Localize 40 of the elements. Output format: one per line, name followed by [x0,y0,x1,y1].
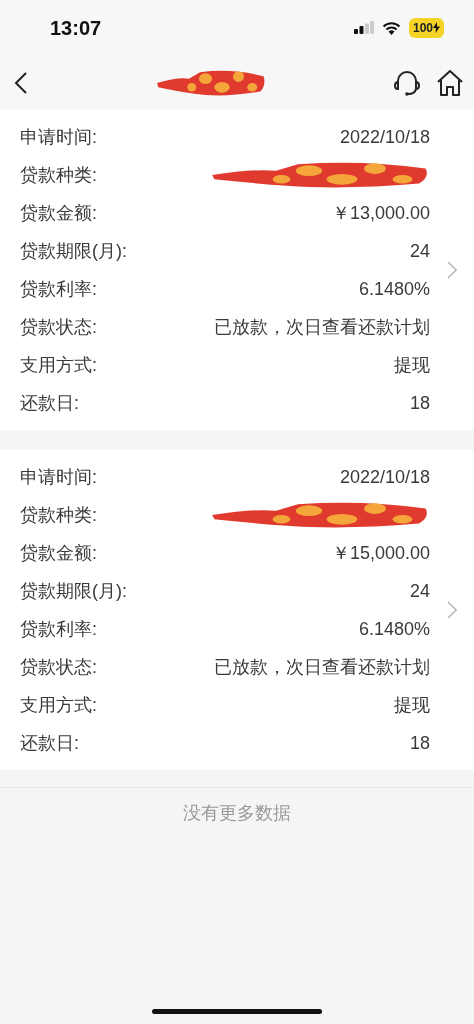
back-icon[interactable] [14,70,28,95]
field-value: 已放款，次日查看还款计划 [214,315,430,339]
field-label: 贷款利率: [20,277,97,301]
field-label: 贷款状态: [20,315,97,339]
field-value: 提现 [394,693,430,717]
field-value: ￥13,000.00 [331,201,430,225]
field-label: 贷款利率: [20,617,97,641]
field-value: 2022/10/18 [339,125,430,149]
loan-card[interactable]: 申请时间: 2022/10/18 贷款种类: 贷款金额: ￥15,000.00 贷款期限(月): 24 贷款利率: 6.1480% 贷款状态: 已放款，次日查看还款计划 支用方式: 提现 还款日: 18 [0,450,474,770]
home-icon[interactable] [436,68,464,97]
wifi-icon [381,20,401,35]
field-label: 贷款金额: [20,541,97,565]
field-label: 支用方式: [20,353,97,377]
field-label: 支用方式: [20,693,97,717]
field-value: ￥15,000.00 [331,541,430,565]
field-label: 申请时间: [20,465,97,489]
field-label: 还款日: [20,391,79,415]
field-value: 6.1480% [358,277,430,301]
status-time: 13:07 [50,15,102,41]
signal-icon [353,21,374,34]
battery-indicator: 100 [408,17,444,38]
field-label: 贷款种类: [20,503,97,527]
field-label: 申请时间: [20,125,97,149]
loan-card[interactable]: 申请时间: 2022/10/18 贷款种类: 贷款金额: ￥13,000.00 贷款期限(月): 24 贷款利率: 6.1480% 贷款状态: 已放款，次日查看还款计划 支用方式: 提现 还款日: 18 [0,110,474,430]
no-more-data-text: 没有更多数据 [183,803,291,823]
field-value: 24 [409,579,430,603]
field-value: 18 [409,731,430,755]
field-value: 24 [409,239,430,263]
field-label: 贷款期限(月): [20,579,127,603]
field-value: 提现 [394,353,430,377]
field-value: 已放款，次日查看还款计划 [214,655,430,679]
field-value: 18 [409,391,430,415]
field-label: 贷款期限(月): [20,239,127,263]
field-label: 还款日: [20,731,79,755]
field-label: 贷款金额: [20,201,97,225]
headset-icon[interactable] [394,68,420,97]
field-value: 6.1480% [358,617,430,641]
field-label: 贷款种类: [20,163,97,187]
field-label: 贷款状态: [20,655,97,679]
field-value: 2022/10/18 [339,465,430,489]
